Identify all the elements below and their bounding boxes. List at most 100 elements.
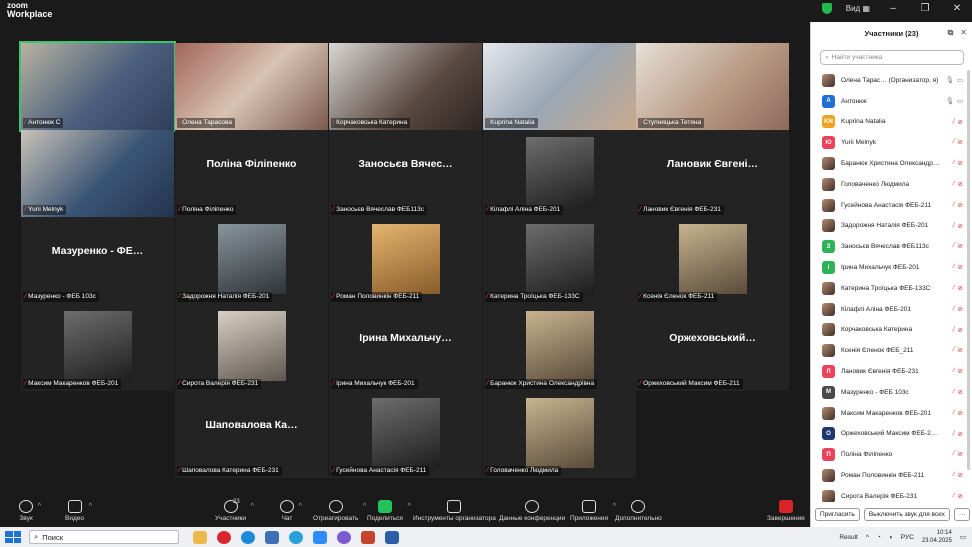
tray-chevron-icon[interactable]: ^ [866, 534, 869, 541]
avatar [822, 406, 835, 420]
end-meeting-button[interactable]: Завершение [767, 500, 805, 522]
apps-button[interactable]: Приложения ^ [570, 500, 616, 522]
zoom-icon[interactable] [313, 530, 327, 544]
meeting-info-button[interactable]: Данные конференции [499, 500, 565, 522]
participant-list-item[interactable]: Л Лановик Євгенія ФЕБ-231 ⁄ ⊘ [811, 361, 972, 382]
participant-list-item[interactable]: Задорожня Наталія ФЕБ-201 ⁄ ⊘ [811, 216, 972, 237]
participant-list-item[interactable]: І Ірина Михальчук ФЕБ-201 ⁄ ⊘ [811, 257, 972, 278]
participant-list-item[interactable]: Ю Yurii Melnyk ⁄ ⊘ [811, 132, 972, 153]
word-icon[interactable] [385, 530, 399, 544]
mute-all-button[interactable]: Выключить звук для всех [863, 507, 950, 521]
participant-video-tile[interactable]: ⁄ Катерина Троїцька ФЕБ-133С [483, 217, 636, 304]
viber-icon[interactable] [337, 530, 351, 544]
participant-video-tile[interactable]: Мазуренко - ФЕ… ⁄ Мазуренко - ФЕБ 103с [21, 217, 174, 304]
chevron-up-icon[interactable]: ^ [363, 503, 366, 510]
weather-result[interactable]: Result [839, 534, 857, 541]
more-dots-icon [631, 500, 646, 513]
file-explorer-icon[interactable] [193, 530, 207, 544]
participant-name: Задорожня Наталія ФЕБ-201 [841, 222, 929, 230]
participant-video-tile[interactable]: ⁄ Баранюк Христина Олександрівна [483, 304, 636, 391]
close-icon[interactable]: ✕ [960, 28, 967, 38]
participant-video-tile[interactable]: Лановик Євгені… ⁄ Лановик Євгенія ФЕБ-231 [636, 130, 789, 217]
participant-video-tile[interactable]: ⁄ Роман Половинкін ФЕБ-211 [329, 217, 482, 304]
participant-list-item[interactable]: А Антонюк 🎙︎ ▭ [811, 91, 972, 112]
participant-list-item[interactable]: Баранюк Христина Олександр… ⁄ ⊘ [811, 153, 972, 174]
participant-video-tile[interactable]: ⁄ Ступницька Тетяна [636, 43, 789, 130]
participant-video-tile[interactable]: Шаповалова Ка… ⁄ Шаповалова Катерина ФЕБ-2… [175, 391, 328, 478]
participant-list-item[interactable]: Кілафлі Аліна ФЕБ-201 ⁄ ⊘ [811, 299, 972, 320]
telegram-icon[interactable] [289, 530, 303, 544]
participant-video-tile[interactable]: ⁄ Задорожня Наталія ФЕБ-201 [175, 217, 328, 304]
audio-button[interactable]: Звук ^ [19, 500, 41, 522]
maximize-button[interactable]: ❐ [916, 3, 934, 14]
invite-button[interactable]: Пригласить [815, 507, 860, 521]
popout-icon[interactable]: ⧉ [948, 28, 954, 38]
chevron-up-icon[interactable]: ^ [408, 503, 411, 510]
participant-list-item[interactable]: Катерина Троїцька ФЕБ-133С ⁄ ⊘ [811, 278, 972, 299]
more-options-button[interactable]: ··· [953, 507, 971, 521]
participant-video-tile[interactable]: ⁄ Максим Макаренков ФЕБ-201 [21, 304, 174, 391]
participants-button[interactable]: 23 Участники ^ [215, 499, 254, 522]
participant-video-tile[interactable]: Ірина Михальчу… ⁄ Ірина Михальчук ФЕБ-201 [329, 304, 482, 391]
view-button[interactable]: Вид ▦ [846, 4, 870, 13]
participant-list-item[interactable]: П Поліна Філіпенко ⁄ ⊘ [811, 444, 972, 465]
participant-video-tile[interactable]: ⁄ Антонюк С [19, 41, 176, 132]
encryption-shield-icon[interactable] [821, 3, 832, 14]
taskbar-search-input[interactable]: ⌕ Поиск [29, 530, 179, 544]
participant-video-tile[interactable]: ⁄ Сирота Валерія ФЕБ-231 [175, 304, 328, 391]
participant-list-item[interactable]: Головаченко Людмила ⁄ ⊘ [811, 174, 972, 195]
chevron-up-icon[interactable]: ^ [38, 503, 41, 510]
participant-video-tile[interactable]: ⁄ Олена Тарасова [175, 43, 328, 130]
participant-name-text: Ірина Михальчук ФЕБ-201 [336, 380, 415, 387]
participant-video-tile[interactable]: ⁄ Гусейнова Анастасія ФЕБ-211 [329, 391, 482, 478]
participant-list-item[interactable]: З Заносьєв Вячеслав ФЕБ113с ⁄ ⊘ [811, 236, 972, 257]
share-screen-button[interactable]: Поделиться ^ [367, 500, 411, 522]
participant-status-icons: ⁄ ⊘ [953, 409, 963, 417]
participant-list-item[interactable]: О Оржеховський Максим ФЕБ-2… ⁄ ⊘ [811, 424, 972, 445]
participant-video-tile[interactable]: ⁄ Ксенія Єленок ФЕБ-211 [636, 217, 789, 304]
avatar: А [822, 94, 835, 108]
participant-list-item[interactable]: Ксенія Єленок ФЕБ_211 ⁄ ⊘ [811, 340, 972, 361]
powerpoint-icon[interactable] [361, 530, 375, 544]
participant-video-tile[interactable]: ⁄ Кілафлі Аліна ФЕБ-201 [483, 130, 636, 217]
edge-icon[interactable] [241, 530, 255, 544]
language-indicator[interactable]: РУС [901, 534, 914, 541]
participants-panel: Участники (23) ⧉ ✕ ⌕ Найти участника Оле… [810, 22, 972, 527]
participant-list-item[interactable]: Гусейнова Анастасія ФЕБ-211 ⁄ ⊘ [811, 195, 972, 216]
participant-list-item[interactable]: Роман Половинкін ФЕБ-211 ⁄ ⊘ [811, 465, 972, 486]
wifi-icon[interactable]: ◔ [877, 534, 881, 541]
participant-video-tile[interactable]: ⁄ Yurii Melnyk [21, 130, 174, 217]
participant-video-tile[interactable]: Оржеховський… ⁄ Оржеховський Максим ФЕБ-21… [636, 304, 789, 391]
store-icon[interactable] [265, 530, 279, 544]
close-window-button[interactable]: ✕ [948, 3, 966, 14]
opera-icon[interactable] [217, 530, 231, 544]
chat-button[interactable]: Чат ^ [280, 500, 302, 522]
participant-list-item[interactable]: KN Kuprina Natalia ⁄ ⊘ [811, 112, 972, 133]
participant-list-item[interactable]: Сирота Валерія ФЕБ-231 ⁄ ⊘ [811, 486, 972, 502]
participant-list-item[interactable]: Олена Тарас… (Организатор, я) 🎙︎ ▭ [811, 70, 972, 91]
participant-video-tile[interactable]: Поліна Філіпенко ⁄ Поліна Філіпенко [175, 130, 328, 217]
participant-name: Ірина Михальчук ФЕБ-201 [841, 264, 920, 272]
video-button[interactable]: Видео ^ [65, 500, 92, 522]
participant-video-tile[interactable]: ⁄ Корчаковська Катерина [329, 43, 482, 130]
participant-video-tile[interactable]: ⁄ Головаченко Людмила [483, 391, 636, 478]
notifications-icon[interactable]: ▭ [960, 533, 966, 541]
more-button[interactable]: Дополнительно [615, 500, 662, 522]
chevron-up-icon[interactable]: ^ [89, 503, 92, 510]
clock[interactable]: 10:14 23.04.2025 [922, 529, 952, 545]
windows-start-icon[interactable] [5, 531, 21, 543]
volume-icon[interactable]: ◖ [889, 534, 893, 541]
chevron-up-icon[interactable]: ^ [299, 503, 302, 510]
participant-list-item[interactable]: Корчаковська Катерина ⁄ ⊘ [811, 320, 972, 341]
chevron-up-icon[interactable]: ^ [251, 503, 254, 510]
participant-search-input[interactable]: ⌕ Найти участника [820, 50, 964, 65]
host-tools-button[interactable]: Инструменты организатора [413, 500, 496, 522]
react-button[interactable]: Отреагировать ^ [313, 500, 366, 522]
participant-list[interactable]: Олена Тарас… (Организатор, я) 🎙︎ ▭ А Антонюк… [811, 70, 972, 502]
participant-list-item[interactable]: М Мазуренко - ФЕБ 103с ⁄ ⊘ [811, 382, 972, 403]
minimize-button[interactable]: – [884, 3, 902, 14]
participant-video-tile[interactable]: Заносьєв Вячес… ⁄ Заносьєв Вячеслав ФЕБ113… [329, 130, 482, 217]
participant-list-item[interactable]: Максим Макаренков ФЕБ-201 ⁄ ⊘ [811, 403, 972, 424]
list-scrollbar[interactable] [967, 70, 970, 470]
participant-video-tile[interactable]: ⁄ Kuprina Natalia [483, 43, 636, 130]
